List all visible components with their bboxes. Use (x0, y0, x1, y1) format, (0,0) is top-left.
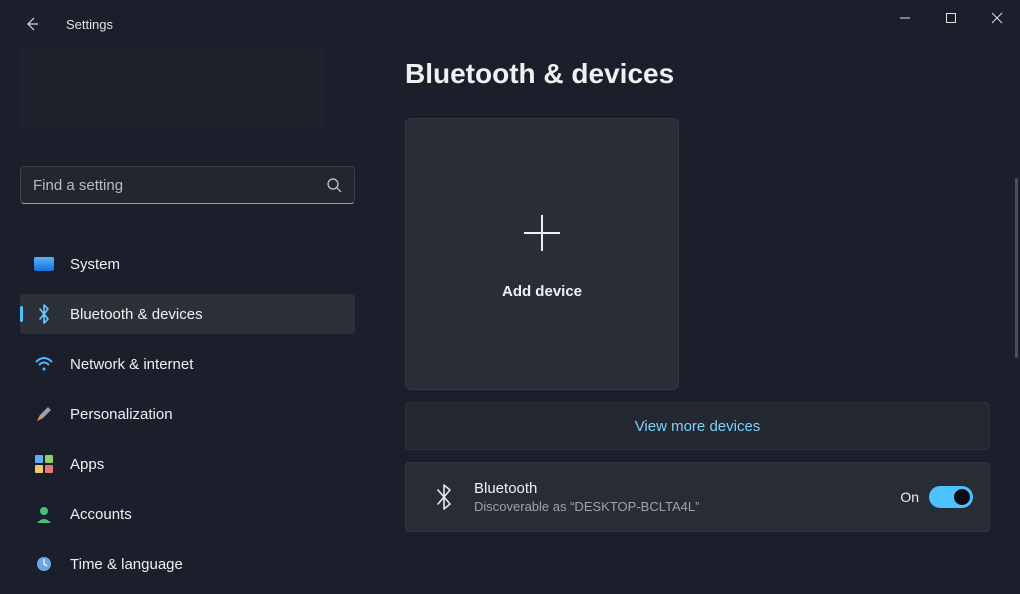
add-device-label: Add device (502, 283, 582, 300)
scrollbar[interactable] (1015, 178, 1018, 358)
view-more-devices-label: View more devices (635, 418, 761, 435)
sidebar-item-label: Accounts (70, 506, 132, 523)
back-button[interactable] (22, 14, 42, 34)
sidebar-item-label: Bluetooth & devices (70, 306, 203, 323)
search-input-wrap[interactable] (20, 166, 355, 204)
sidebar-item-apps[interactable]: Apps (20, 444, 355, 484)
sidebar-item-label: Apps (70, 456, 104, 473)
add-device-card[interactable]: Add device (405, 118, 679, 390)
maximize-button[interactable] (928, 0, 974, 36)
close-icon (991, 12, 1003, 24)
bluetooth-icon (34, 304, 54, 324)
view-more-devices-button[interactable]: View more devices (405, 402, 990, 450)
page-title: Bluetooth & devices (405, 58, 990, 90)
display-icon (34, 254, 54, 274)
bluetooth-card[interactable]: Bluetooth Discoverable as “DESKTOP-BCLTA… (405, 462, 990, 532)
apps-icon (34, 454, 54, 474)
bluetooth-toggle[interactable] (929, 486, 973, 508)
sidebar: System Bluetooth & devices Network & int… (0, 48, 375, 594)
sidebar-item-network[interactable]: Network & internet (20, 344, 355, 384)
app-title: Settings (66, 17, 113, 32)
plus-icon (518, 209, 566, 257)
sidebar-item-system[interactable]: System (20, 244, 355, 284)
bluetooth-switch-label: On (900, 489, 919, 505)
close-button[interactable] (974, 0, 1020, 36)
sidebar-item-accounts[interactable]: Accounts (20, 494, 355, 534)
sidebar-item-time-language[interactable]: Time & language (20, 544, 355, 584)
minimize-icon (899, 12, 911, 24)
bluetooth-title: Bluetooth (474, 480, 900, 497)
paintbrush-icon (34, 404, 54, 424)
search-icon (326, 177, 342, 193)
clock-globe-icon (34, 554, 54, 574)
bluetooth-subtitle: Discoverable as “DESKTOP-BCLTA4L” (474, 499, 900, 514)
sidebar-item-label: Personalization (70, 406, 173, 423)
sidebar-item-label: Time & language (70, 556, 183, 573)
sidebar-item-label: System (70, 256, 120, 273)
titlebar: Settings (0, 0, 1020, 48)
main-content: Bluetooth & devices Add device View more… (375, 48, 1020, 594)
window-controls (882, 0, 1020, 36)
sidebar-item-bluetooth-devices[interactable]: Bluetooth & devices (20, 294, 355, 334)
maximize-icon (945, 12, 957, 24)
sidebar-item-personalization[interactable]: Personalization (20, 394, 355, 434)
minimize-button[interactable] (882, 0, 928, 36)
bluetooth-icon (428, 484, 460, 510)
wifi-icon (34, 354, 54, 374)
search-input[interactable] (33, 177, 326, 194)
profile-block[interactable] (20, 48, 326, 128)
arrow-left-icon (24, 16, 40, 32)
bluetooth-text: Bluetooth Discoverable as “DESKTOP-BCLTA… (474, 480, 900, 514)
sidebar-item-label: Network & internet (70, 356, 193, 373)
nav: System Bluetooth & devices Network & int… (20, 244, 355, 594)
person-icon (34, 504, 54, 524)
